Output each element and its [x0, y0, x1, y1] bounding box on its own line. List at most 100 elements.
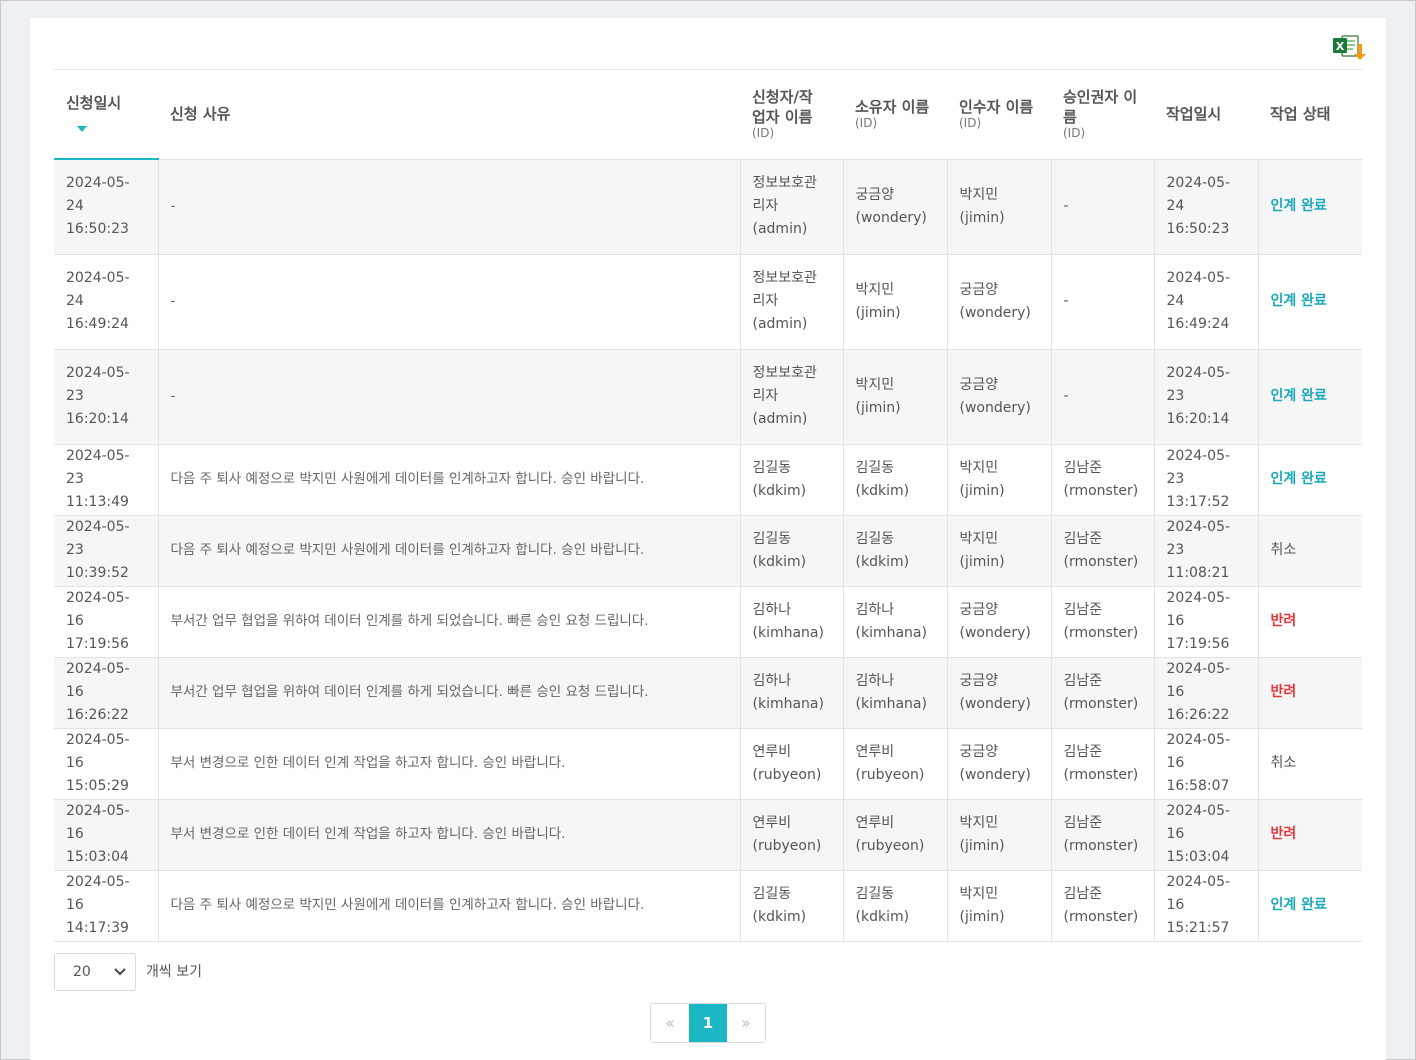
cell-owner: 김길동 (kdkim)	[843, 870, 948, 942]
cell-applicant: 김길동 (kdkim)	[740, 870, 844, 942]
cell-receiver: 박지민 (jimin)	[947, 799, 1052, 871]
cell-owner: 김하나 (kimhana)	[843, 657, 948, 729]
cell-receiver: 궁금양 (wondery)	[947, 657, 1052, 729]
cell-approver: -	[1051, 254, 1155, 350]
cell-worked-at: 2024-05-24 16:50:23	[1154, 159, 1259, 255]
page-size-label: 개씩 보기	[146, 964, 202, 980]
cell-status: 인계 완료	[1258, 159, 1362, 255]
header-label: 신청일시	[66, 94, 122, 112]
cell-requested-at: 2024-05-24 16:49:24	[54, 254, 159, 350]
cell-approver: -	[1051, 159, 1155, 255]
window-frame: X 신청일시 신청 사유 신청자/작 업자 이름 (ID) 소유자 이름 (ID…	[0, 0, 1416, 1060]
cell-reason: 다음 주 퇴사 예정으로 박지민 사원에게 데이터를 인계하고자 합니다. 승인…	[158, 870, 741, 942]
table-header-row: 신청일시 신청 사유 신청자/작 업자 이름 (ID) 소유자 이름 (ID)	[54, 70, 1362, 160]
cell-owner: 김하나 (kimhana)	[843, 586, 948, 658]
cell-status: 인계 완료	[1258, 870, 1362, 942]
cell-owner: 김길동 (kdkim)	[843, 515, 948, 587]
cell-reason: 다음 주 퇴사 예정으로 박지민 사원에게 데이터를 인계하고자 합니다. 승인…	[158, 444, 741, 516]
status-badge: 취소	[1270, 755, 1297, 771]
status-badge: 인계 완료	[1270, 471, 1327, 487]
cell-applicant: 김하나 (kimhana)	[740, 586, 844, 658]
status-badge: 취소	[1270, 542, 1297, 558]
header-approver: 승인권자 이 름 (ID)	[1051, 70, 1154, 160]
cell-owner: 연루비 (rubyeon)	[843, 799, 948, 871]
cell-owner: 박지민 (jimin)	[843, 254, 948, 350]
cell-owner: 김길동 (kdkim)	[843, 444, 948, 516]
cell-worked-at: 2024-05-24 16:49:24	[1154, 254, 1259, 350]
cell-requested-at: 2024-05-16 16:26:22	[54, 657, 159, 729]
cell-status: 인계 완료	[1258, 349, 1362, 445]
cell-approver: 김남준 (rmonster)	[1051, 515, 1155, 587]
table-row: 2024-05-16 15:05:29 부서 변경으로 인한 데이터 인계 작업을 …	[54, 728, 1362, 800]
cell-requested-at: 2024-05-24 16:50:23	[54, 159, 159, 255]
cell-reason: 다음 주 퇴사 예정으로 박지민 사원에게 데이터를 인계하고자 합니다. 승인…	[158, 515, 741, 587]
cell-receiver: 박지민 (jimin)	[947, 515, 1052, 587]
header-reason: 신청 사유	[158, 70, 740, 160]
header-receiver: 인수자 이름 (ID)	[947, 70, 1051, 160]
status-badge: 반려	[1270, 613, 1297, 629]
cell-receiver: 박지민 (jimin)	[947, 159, 1052, 255]
cell-reason: 부서 변경으로 인한 데이터 인계 작업을 하고자 합니다. 승인 바랍니다.	[158, 799, 741, 871]
cell-receiver: 박지민 (jimin)	[947, 870, 1052, 942]
cell-worked-at: 2024-05-23 11:08:21	[1154, 515, 1259, 587]
cell-approver: 김남준 (rmonster)	[1051, 728, 1155, 800]
page-button-current[interactable]: 1	[689, 1004, 727, 1042]
page-size-select[interactable]: 20	[54, 953, 136, 991]
table-row: 2024-05-23 11:13:49 다음 주 퇴사 예정으로 박지민 사원에게 …	[54, 444, 1362, 516]
cell-approver: 김남준 (rmonster)	[1051, 586, 1155, 658]
next-page-button[interactable]: »	[727, 1004, 765, 1042]
content-panel: X 신청일시 신청 사유 신청자/작 업자 이름 (ID) 소유자 이름 (ID…	[30, 18, 1386, 1060]
status-badge: 반려	[1270, 826, 1297, 842]
cell-applicant: 김하나 (kimhana)	[740, 657, 844, 729]
cell-reason: -	[158, 254, 741, 350]
cell-owner: 연루비 (rubyeon)	[843, 728, 948, 800]
header-requested-at[interactable]: 신청일시	[54, 70, 158, 160]
cell-requested-at: 2024-05-16 17:19:56	[54, 586, 159, 658]
cell-worked-at: 2024-05-16 16:58:07	[1154, 728, 1259, 800]
cell-worked-at: 2024-05-16 17:19:56	[1154, 586, 1259, 658]
table-row: 2024-05-24 16:49:24- 정보보호관 리자 (admin) 박지민 (jim…	[54, 254, 1362, 350]
cell-requested-at: 2024-05-16 14:17:39	[54, 870, 159, 942]
prev-page-button[interactable]: «	[651, 1004, 689, 1042]
cell-receiver: 궁금양 (wondery)	[947, 349, 1052, 445]
excel-download-icon[interactable]: X	[1333, 32, 1367, 60]
table-body: 2024-05-24 16:50:23- 정보보호관 리자 (admin) 궁금양 (won…	[54, 159, 1362, 942]
cell-applicant: 정보보호관 리자 (admin)	[740, 159, 844, 255]
table-footer: 20 개씩 보기	[54, 953, 1362, 993]
table-row: 2024-05-16 17:19:56 부서간 업무 협업을 위하여 데이터 인계를…	[54, 586, 1362, 658]
svg-text:X: X	[1336, 40, 1345, 53]
cell-owner: 박지민 (jimin)	[843, 349, 948, 445]
cell-worked-at: 2024-05-16 15:21:57	[1154, 870, 1259, 942]
cell-worked-at: 2024-05-16 15:03:04	[1154, 799, 1259, 871]
cell-receiver: 궁금양 (wondery)	[947, 254, 1052, 350]
header-owner: 소유자 이름 (ID)	[843, 70, 947, 160]
table-row: 2024-05-16 14:17:39 다음 주 퇴사 예정으로 박지민 사원에게 …	[54, 870, 1362, 942]
cell-approver: 김남준 (rmonster)	[1051, 657, 1155, 729]
table-toolbar: X	[54, 18, 1366, 70]
cell-approver: 김남준 (rmonster)	[1051, 444, 1155, 516]
cell-requested-at: 2024-05-16 15:05:29	[54, 728, 159, 800]
cell-applicant: 김길동 (kdkim)	[740, 444, 844, 516]
cell-reason: -	[158, 159, 741, 255]
cell-status: 취소	[1258, 728, 1362, 800]
header-applicant: 신청자/작 업자 이름 (ID)	[740, 70, 843, 160]
cell-reason: 부서간 업무 협업을 위하여 데이터 인계를 하게 되었습니다. 빠른 승인 요…	[158, 586, 741, 658]
cell-status: 인계 완료	[1258, 444, 1362, 516]
status-badge: 인계 완료	[1270, 388, 1327, 404]
cell-status: 취소	[1258, 515, 1362, 587]
status-badge: 반려	[1270, 684, 1297, 700]
cell-receiver: 궁금양 (wondery)	[947, 586, 1052, 658]
pagination: « 1 »	[650, 1003, 766, 1043]
table-row: 2024-05-24 16:50:23- 정보보호관 리자 (admin) 궁금양 (won…	[54, 159, 1362, 255]
table-row: 2024-05-16 15:03:04 부서 변경으로 인한 데이터 인계 작업을 …	[54, 799, 1362, 871]
table-row: 2024-05-23 16:20:14- 정보보호관 리자 (admin) 박지민 (jim…	[54, 349, 1362, 445]
cell-reason: -	[158, 349, 741, 445]
cell-status: 반려	[1258, 586, 1362, 658]
cell-requested-at: 2024-05-23 10:39:52	[54, 515, 159, 587]
cell-requested-at: 2024-05-23 11:13:49	[54, 444, 159, 516]
cell-receiver: 궁금양 (wondery)	[947, 728, 1052, 800]
cell-worked-at: 2024-05-16 16:26:22	[1154, 657, 1259, 729]
cell-worked-at: 2024-05-23 16:20:14	[1154, 349, 1259, 445]
chevron-down-icon	[114, 968, 126, 976]
sort-desc-icon[interactable]	[77, 125, 87, 132]
